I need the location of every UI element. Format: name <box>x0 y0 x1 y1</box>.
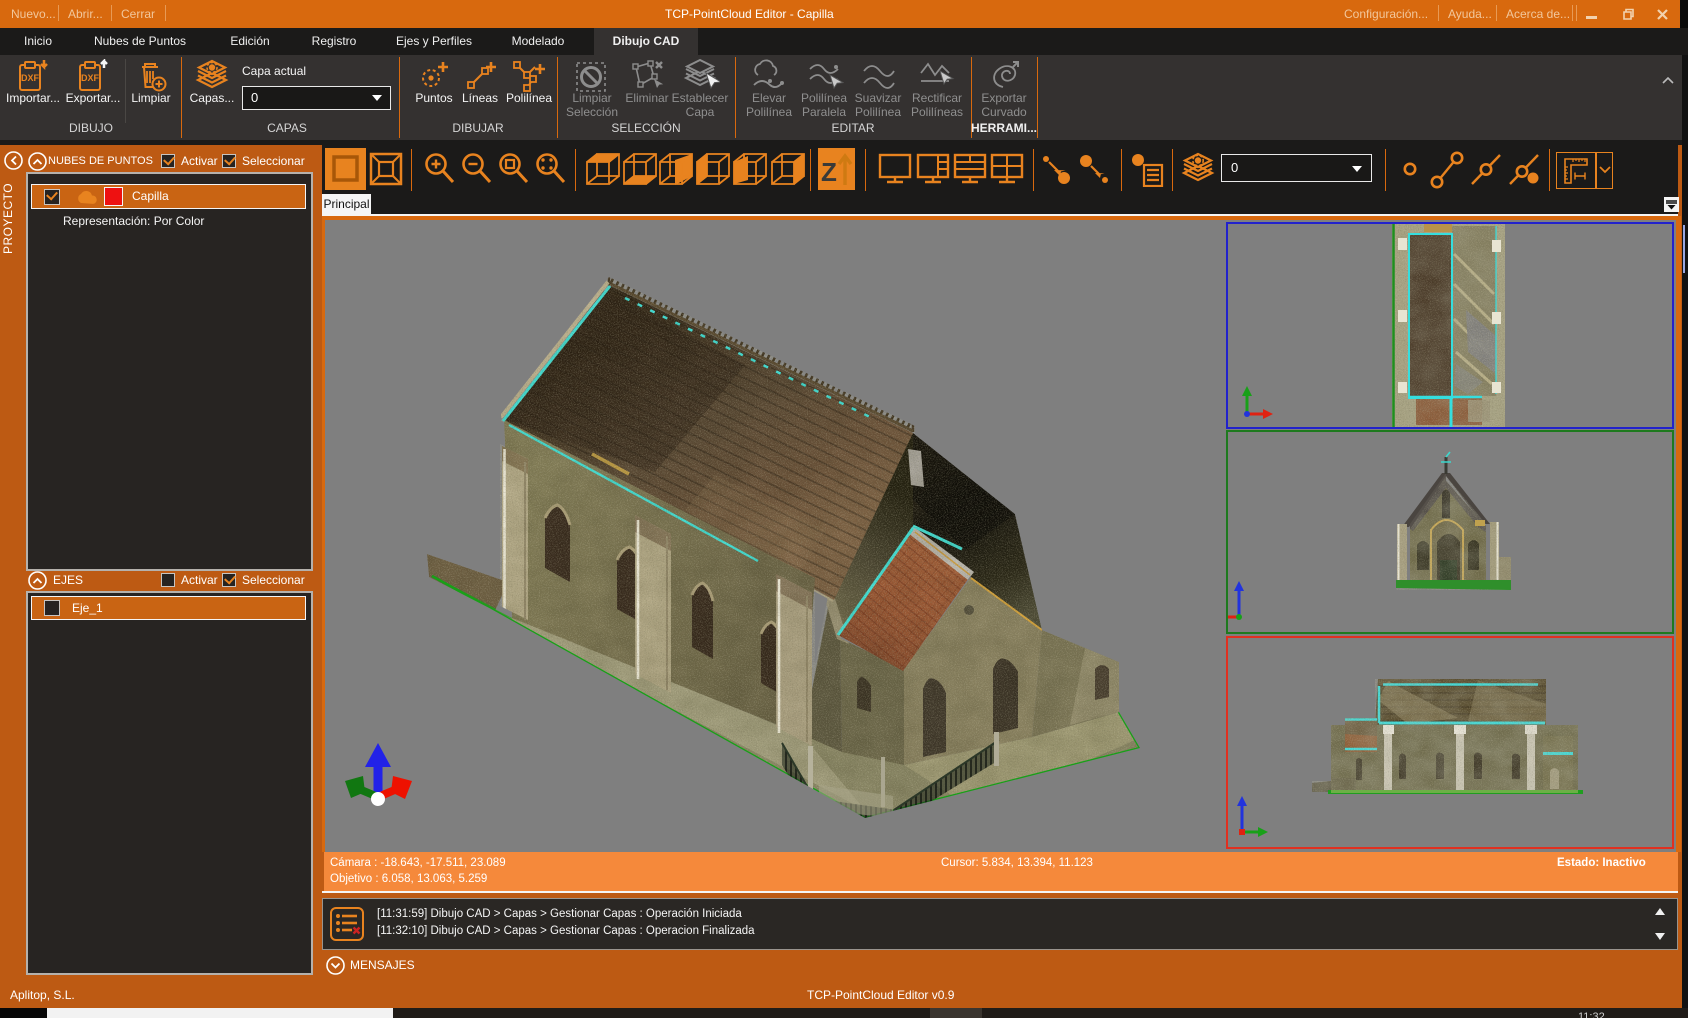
svg-text:DXF: DXF <box>21 73 40 83</box>
svg-text:DXF: DXF <box>81 73 100 83</box>
svg-text:Z: Z <box>821 157 837 187</box>
